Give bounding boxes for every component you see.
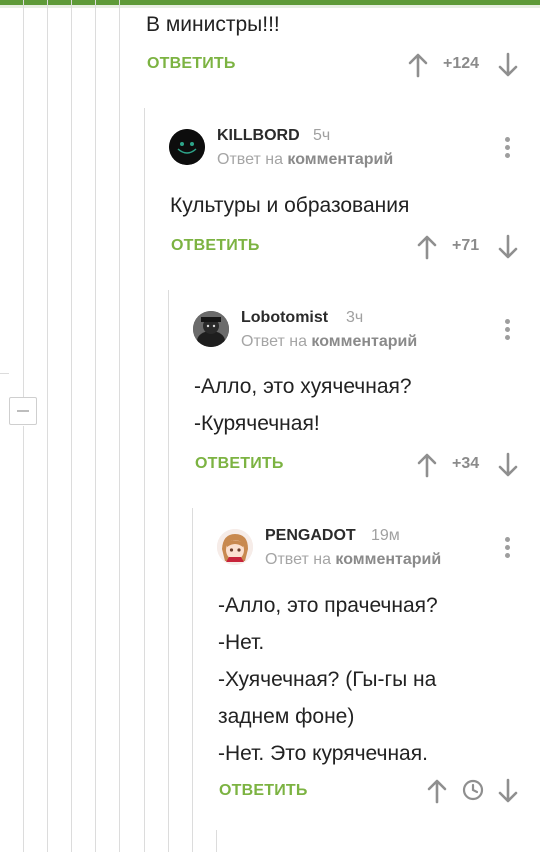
score-value: +124 (443, 55, 480, 72)
thread-line (144, 108, 145, 852)
arrow-up-icon[interactable] (416, 452, 438, 478)
reply-button[interactable]: ОТВЕТИТЬ (171, 237, 260, 255)
arrow-up-icon[interactable] (407, 52, 429, 78)
avatar[interactable] (193, 311, 229, 347)
avatar[interactable] (217, 529, 253, 565)
reply-button[interactable]: ОТВЕТИТЬ (195, 455, 284, 473)
comment-text: В министры!!! (146, 13, 280, 36)
score-value: +71 (452, 237, 480, 254)
parent-comment-link[interactable]: комментарий (311, 333, 417, 350)
comment-meta: Ответ на комментарий (217, 151, 394, 168)
reply-button[interactable]: ОТВЕТИТЬ (147, 55, 236, 73)
comment-time: 5ч (313, 127, 331, 144)
thread-line (23, 0, 24, 397)
thread-line (168, 290, 169, 852)
comment-text: Культуры и образования (170, 194, 410, 217)
thread-line (119, 0, 120, 852)
arrow-down-icon[interactable] (497, 234, 519, 260)
thread-branch (0, 373, 9, 374)
reply-button[interactable]: ОТВЕТИТЬ (219, 782, 308, 800)
parent-comment-link[interactable]: комментарий (287, 151, 393, 168)
avatar[interactable] (169, 129, 205, 165)
avatar-image (169, 129, 205, 165)
comment-text: -Алло, это хуячечная? -Курячечная! (194, 375, 412, 435)
more-vertical-icon[interactable] (505, 319, 511, 343)
thread-line (47, 0, 48, 852)
comment-meta: Ответ на комментарий (241, 333, 418, 350)
collapse-thread-button[interactable] (9, 397, 37, 425)
avatar-image (193, 311, 229, 347)
comment-time: 19м (371, 527, 400, 544)
score-value: +34 (452, 455, 480, 472)
comment-author[interactable]: KILLBORD (217, 127, 300, 145)
clock-icon (462, 779, 484, 801)
comment-author[interactable]: Lobotomist (241, 309, 328, 327)
arrow-up-icon[interactable] (416, 234, 438, 260)
more-vertical-icon[interactable] (505, 137, 511, 161)
arrow-up-icon[interactable] (426, 778, 448, 804)
comment-time: 3ч (346, 309, 364, 326)
avatar-image (217, 529, 253, 565)
collapse-minus-icon (17, 410, 29, 412)
comment-meta: Ответ на комментарий (265, 551, 442, 568)
arrow-down-icon[interactable] (497, 452, 519, 478)
thread-line (216, 830, 217, 852)
parent-comment-link[interactable]: комментарий (335, 551, 441, 568)
arrow-down-icon[interactable] (497, 52, 519, 78)
thread-line (23, 426, 24, 852)
arrow-down-icon[interactable] (497, 778, 519, 804)
thread-line (71, 0, 72, 852)
comment-text: -Алло, это прачечная? -Нет. -Хуячечная? … (218, 594, 438, 765)
thread-line (192, 508, 193, 852)
comment-author[interactable]: PENGADOT (265, 527, 356, 545)
thread-line (95, 0, 96, 852)
more-vertical-icon[interactable] (505, 537, 511, 561)
